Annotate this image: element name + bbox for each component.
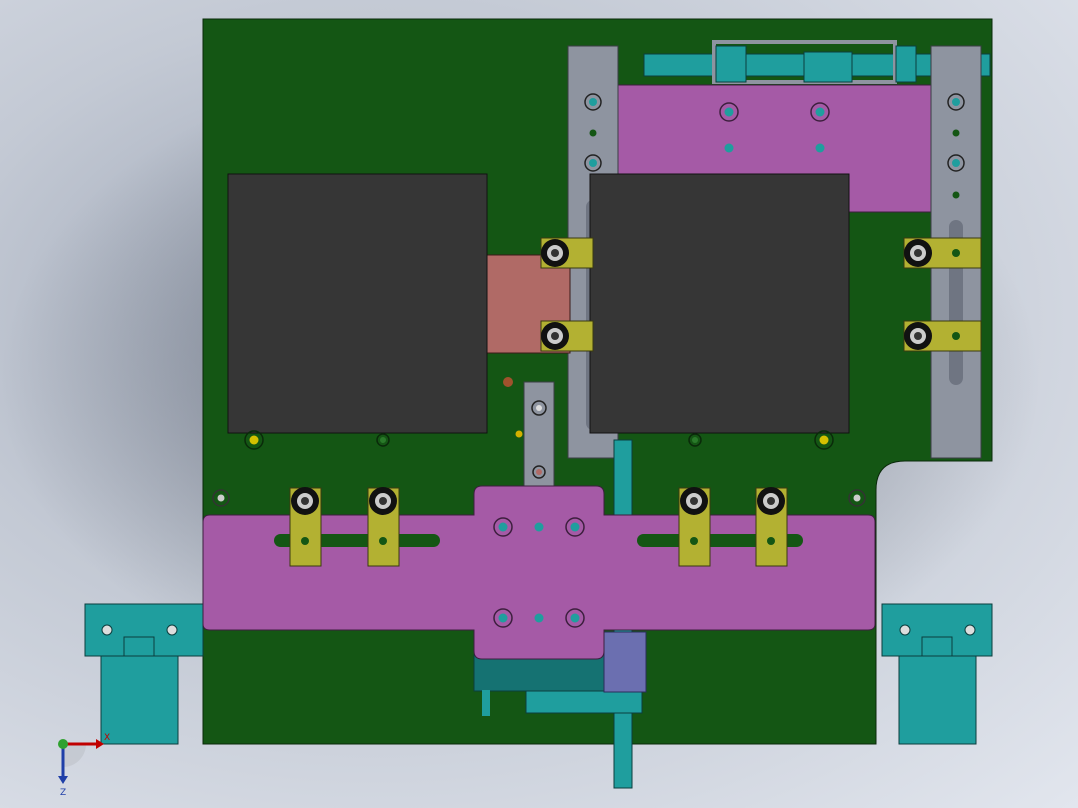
knob-icon — [541, 239, 569, 267]
indicator-led — [515, 430, 523, 438]
knob-icon — [757, 487, 785, 515]
knob-icon — [541, 322, 569, 350]
knob-icon — [680, 487, 708, 515]
center-post[interactable] — [523, 381, 555, 488]
triad-x-label: X — [104, 733, 110, 743]
left-fixture-block[interactable] — [227, 173, 488, 434]
knob-icon — [369, 487, 397, 515]
knob-icon — [904, 239, 932, 267]
left-motor-bracket[interactable] — [84, 603, 204, 745]
triad-z-arrow — [58, 776, 68, 784]
triad-y-axis — [58, 739, 68, 749]
knob-icon — [904, 322, 932, 350]
triad-z-label: Z — [60, 788, 66, 798]
right-motor-bracket[interactable] — [881, 603, 993, 745]
right-fixture-block[interactable] — [589, 173, 850, 434]
indicator-led — [503, 377, 513, 387]
cad-viewport[interactable]: X Z — [0, 0, 1078, 808]
knob-icon — [291, 487, 319, 515]
